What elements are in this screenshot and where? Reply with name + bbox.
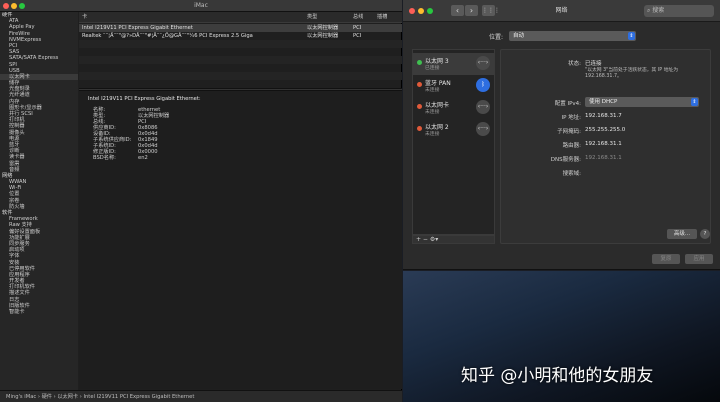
router-label: 路由器:: [562, 143, 581, 149]
config-ipv4-select[interactable]: 使用 DHCP ⇕: [585, 97, 699, 107]
subnet-value: 255.255.255.0: [585, 127, 626, 133]
service-status: 未连接: [425, 88, 440, 93]
status-value: 已连接: [585, 61, 602, 67]
advanced-button[interactable]: 高级...: [667, 229, 697, 239]
service-item[interactable]: 以太网卡 未连接 ‹···›: [413, 97, 494, 119]
status-label: 状态:: [568, 61, 581, 67]
sidebar: 硬件 ATA Apple Pay FireWire NVMExpress PCI SAS SA…: [0, 12, 78, 390]
cell-bus: PCI: [353, 33, 362, 39]
location-label: 位置:: [489, 34, 504, 41]
apply-button[interactable]: 应用: [685, 254, 713, 264]
detail-pane: [79, 91, 402, 389]
revert-button[interactable]: 复原: [652, 254, 680, 264]
status-description: "以太网 3"当前处于活跃状态，其 IP 地址为 192.168.31.7。: [585, 68, 679, 79]
table-row[interactable]: Realtek ¨¨¦Ä¨¨"@?»DÂ¨¨"#¦Ä¨¨¿Ö@GÂ¨¨"¼6 P…: [79, 32, 402, 40]
chevron-updown-icon: ⇕: [691, 98, 698, 106]
status-dot-icon: [417, 60, 422, 65]
search-icon: ⌕: [647, 7, 651, 14]
add-remove-gear[interactable]: + − ⚙▾: [413, 236, 438, 243]
detail-key: BSD名称:: [93, 155, 116, 161]
col-bus[interactable]: 总线: [353, 12, 363, 23]
minimize-button[interactable]: [11, 3, 17, 9]
show-all-button[interactable]: ⋮⋮⋮: [482, 5, 500, 16]
network-window: 网络 ‹ › ⋮⋮⋮ ⌕ 搜索 位置: 自动 ⇕ 以太网 3 已连接 ‹···› 蓝牙…: [403, 0, 720, 270]
ethernet-icon: ‹···›: [476, 122, 490, 136]
location-value: 自动: [513, 33, 525, 39]
forward-button[interactable]: ›: [465, 5, 478, 16]
help-button[interactable]: ?: [700, 229, 710, 239]
detail-title: Intel I219V11 PCI Express Gigabit Ethern…: [88, 96, 201, 102]
ethernet-icon: ‹···›: [476, 100, 490, 114]
status-dot-icon: [417, 82, 422, 87]
watermark: 知乎 @小明和他的女朋友: [461, 366, 654, 386]
chevron-left-icon: ‹: [455, 6, 460, 15]
subnet-label: 子网掩码:: [557, 129, 581, 135]
chevron-updown-icon: ⇕: [628, 32, 635, 40]
router-value: 192.168.31.1: [585, 141, 622, 147]
empty-row: [79, 72, 402, 80]
cell-card: Realtek ¨¨¦Ä¨¨"@?»DÂ¨¨"#¦Ä¨¨¿Ö@GÂ¨¨"¼6 P…: [82, 33, 253, 39]
config-ipv4-value: 使用 DHCP: [589, 99, 618, 105]
ip-value: 192.168.31.7: [585, 113, 622, 119]
window-title: iMac: [0, 0, 402, 12]
col-type[interactable]: 类型: [307, 12, 317, 23]
ip-label: IP 地址:: [561, 115, 581, 121]
ethernet-icon: ‹···›: [476, 56, 490, 70]
col-slot[interactable]: 插槽: [377, 12, 387, 23]
back-button[interactable]: ‹: [451, 5, 464, 16]
search-input[interactable]: ⌕ 搜索: [644, 5, 714, 17]
zoom-button[interactable]: [19, 3, 25, 9]
service-item[interactable]: 以太网 2 未连接 ‹···›: [413, 119, 494, 141]
dns-value: 192.168.31.1: [585, 155, 622, 161]
close-button[interactable]: [3, 3, 9, 9]
service-detail-panel: 状态: 已连接 "以太网 3"当前处于活跃状态，其 IP 地址为 192.168…: [500, 49, 711, 244]
service-status: 未连接: [425, 110, 440, 115]
bluetooth-icon: ᛒ: [476, 78, 490, 92]
search-domain-label: 搜索域:: [562, 171, 581, 177]
path-bar: Ming's iMac › 硬件 › 以太网卡 › Intel I219V11 …: [0, 390, 402, 402]
service-status: 已连接: [425, 66, 440, 71]
dns-label: DNS服务器:: [550, 157, 581, 163]
grid-icon: ⋮⋮⋮: [482, 7, 500, 14]
detail-value: en2: [138, 155, 148, 161]
empty-row: [79, 56, 402, 64]
table-row[interactable]: Intel I219V11 PCI Express Gigabit Ethern…: [79, 24, 402, 32]
minimize-button[interactable]: [418, 8, 424, 14]
cell-bus: PCI: [353, 25, 362, 31]
sidebar-item[interactable]: 智能卡: [0, 309, 78, 315]
service-item[interactable]: 蓝牙 PAN 未连接 ᛒ: [413, 75, 494, 97]
service-list: 以太网 3 已连接 ‹···› 蓝牙 PAN 未连接 ᛒ 以太网卡 未连接 ‹···› 以太网 2…: [412, 49, 495, 235]
zoom-button[interactable]: [427, 8, 433, 14]
config-ipv4-label: 配置 IPv4:: [554, 101, 581, 107]
empty-row: [79, 40, 402, 48]
status-dot-icon: [417, 126, 422, 131]
service-item[interactable]: 以太网 3 已连接 ‹···›: [413, 53, 494, 75]
chevron-right-icon: ›: [469, 6, 474, 15]
service-list-buttons[interactable]: + − ⚙▾: [412, 235, 495, 244]
search-placeholder: 搜索: [652, 7, 665, 14]
close-button[interactable]: [409, 8, 415, 14]
location-select[interactable]: 自动 ⇕: [509, 31, 636, 41]
table-header: 卡 类型 总线 插槽: [79, 12, 402, 23]
service-status: 未连接: [425, 132, 440, 137]
status-dot-icon: [417, 104, 422, 109]
system-information-window: iMac 硬件 ATA Apple Pay FireWire NVMExpress PCI…: [0, 0, 402, 402]
cell-card: Intel I219V11 PCI Express Gigabit Ethern…: [82, 25, 193, 31]
col-card[interactable]: 卡: [82, 12, 87, 23]
cell-type: 以太网控制器: [307, 33, 339, 39]
cell-type: 以太网控制器: [307, 25, 339, 31]
